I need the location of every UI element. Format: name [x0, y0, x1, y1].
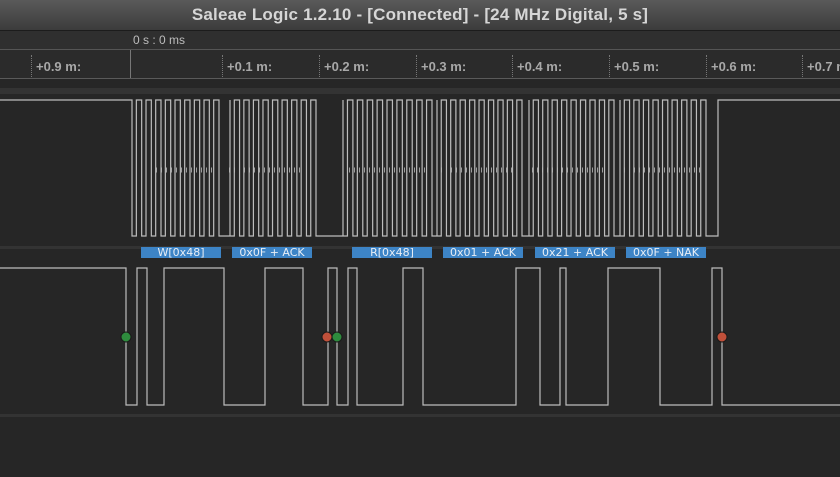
- decoded-frame[interactable]: 0x0F + NAK: [626, 246, 706, 259]
- start-marker-icon: [120, 331, 132, 343]
- frame-label: R[0x48]: [370, 246, 414, 259]
- frame-label: W[0x48]: [158, 246, 205, 259]
- frame-label: 0x21 + ACK: [542, 246, 609, 259]
- decoded-frame[interactable]: 0x0F + ACK: [232, 246, 312, 259]
- decoded-frame[interactable]: 0x01 + ACK: [443, 246, 523, 259]
- stop-marker-icon: [321, 331, 333, 343]
- frame-label: 0x0F + NAK: [633, 246, 700, 259]
- decoded-frame[interactable]: R[0x48]: [352, 246, 432, 259]
- waveform-area[interactable]: W[0x48] 0x0F + ACK R[0x48] 0x01 + ACK 0x…: [0, 0, 840, 477]
- decoded-frame[interactable]: W[0x48]: [141, 246, 221, 259]
- frame-label: 0x01 + ACK: [450, 246, 517, 259]
- channel-scl-waveform: [0, 99, 840, 237]
- start-stop-markers: [120, 331, 728, 343]
- decoded-frame[interactable]: 0x21 + ACK: [535, 246, 615, 259]
- start-marker-icon: [331, 331, 343, 343]
- frame-label: 0x0F + ACK: [239, 246, 305, 259]
- stop-marker-icon: [716, 331, 728, 343]
- i2c-decoder-frames: W[0x48] 0x0F + ACK R[0x48] 0x01 + ACK 0x…: [141, 246, 706, 259]
